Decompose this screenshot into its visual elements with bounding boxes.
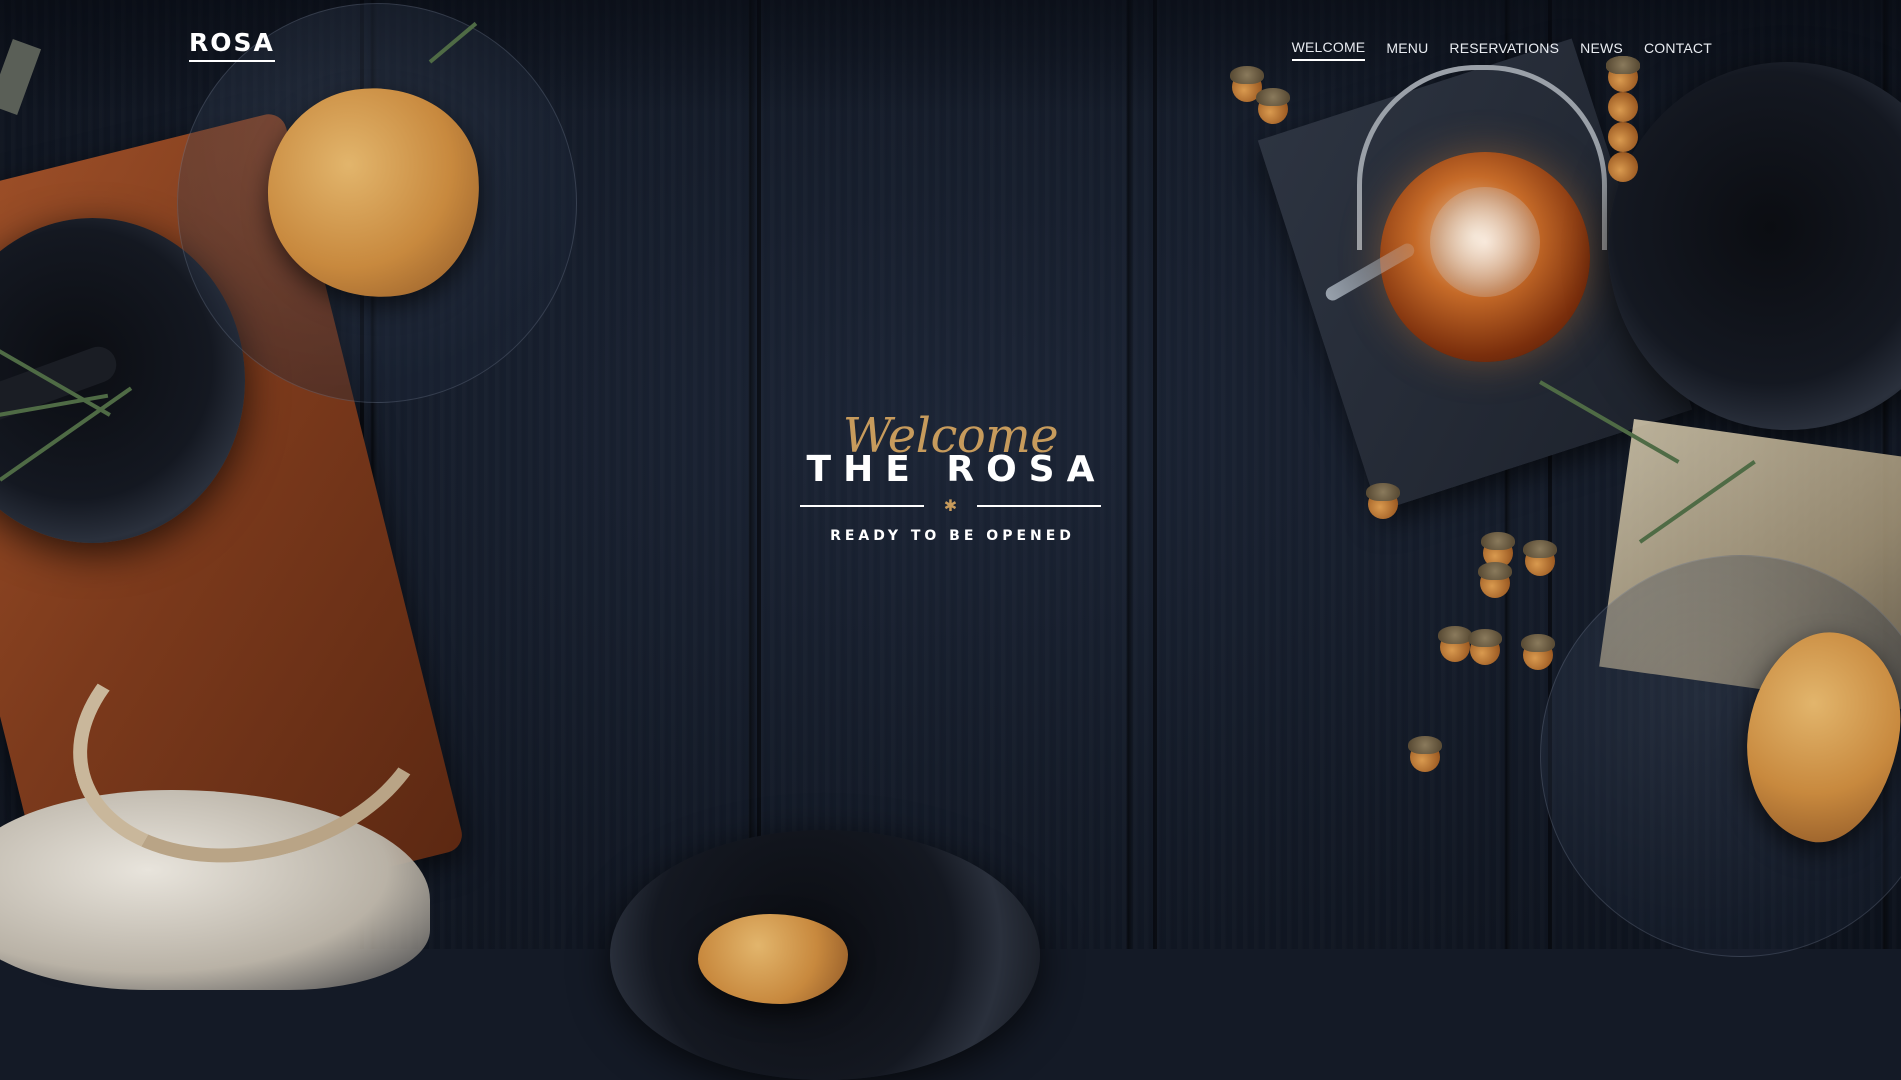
bottom-plate-image	[610, 830, 1040, 1080]
hero-section: Welcome THE ROSA ✱ READY TO BE OPENED	[0, 412, 1901, 544]
acorn-image	[1408, 736, 1442, 772]
acorn-image	[1478, 562, 1512, 598]
divider-line-right	[977, 505, 1102, 507]
main-navigation: WELCOME MENU RESERVATIONS NEWS CONTACT	[1291, 39, 1712, 61]
acorn-image	[1438, 626, 1472, 662]
nav-item-news[interactable]: NEWS	[1580, 40, 1623, 60]
acorn-image	[1523, 540, 1557, 576]
asterisk-icon: ✱	[943, 496, 958, 515]
acorn-image	[1608, 92, 1638, 122]
divider-line-left	[799, 505, 924, 507]
teapot-lid-image	[1430, 187, 1540, 297]
hero-title: THE ROSA	[806, 449, 1107, 490]
acorn-image	[1521, 634, 1555, 670]
nav-item-menu[interactable]: MENU	[1386, 40, 1428, 60]
cookie-image	[698, 914, 848, 1004]
acorn-image	[1256, 88, 1290, 124]
nav-item-welcome[interactable]: WELCOME	[1291, 39, 1366, 61]
acorn-image	[1468, 629, 1502, 665]
glass-teapot-image	[1380, 152, 1590, 362]
site-logo[interactable]: ROSA	[189, 28, 275, 62]
hero-subtitle: READY TO BE OPENED	[830, 528, 1075, 544]
hero-divider: ✱	[799, 496, 1102, 515]
nav-item-reservations[interactable]: RESERVATIONS	[1449, 40, 1559, 60]
acorn-image	[1608, 122, 1638, 152]
acorn-image	[1608, 152, 1638, 182]
nav-item-contact[interactable]: CONTACT	[1644, 40, 1712, 60]
